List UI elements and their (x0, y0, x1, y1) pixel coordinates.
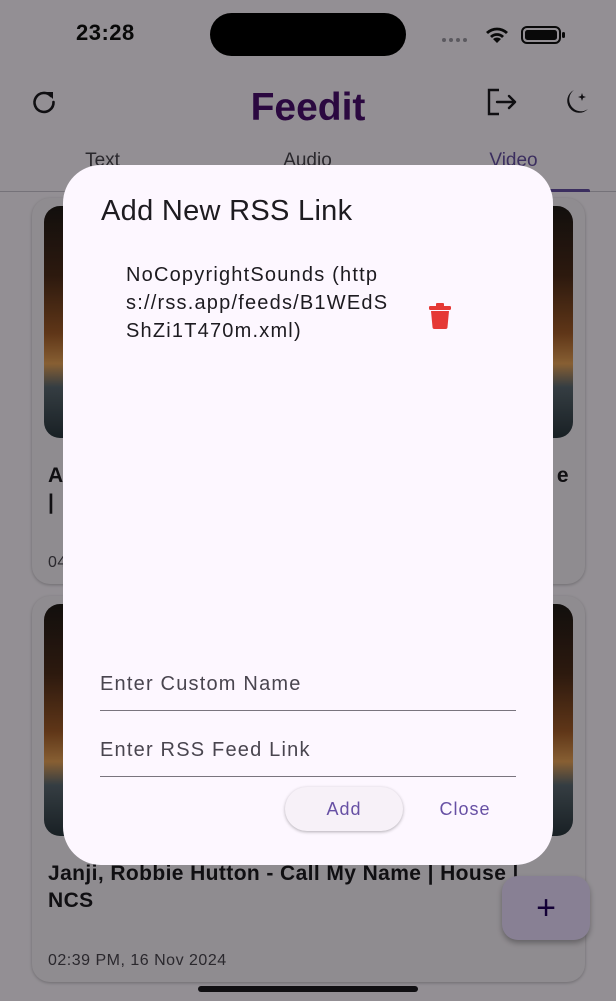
add-button[interactable]: Add (285, 787, 403, 831)
close-button[interactable]: Close (423, 787, 507, 831)
custom-name-field[interactable] (100, 659, 516, 711)
rss-link-field[interactable] (100, 725, 516, 777)
custom-name-input[interactable] (100, 659, 516, 710)
add-rss-dialog: Add New RSS Link NoCopyrightSounds (http… (63, 165, 553, 865)
dialog-title: Add New RSS Link (101, 195, 353, 227)
rss-link-text: NoCopyrightSounds (https://rss.app/feeds… (126, 264, 389, 342)
rss-link-input[interactable] (100, 725, 516, 776)
trash-icon[interactable] (428, 303, 452, 329)
rss-link-item: NoCopyrightSounds (https://rss.app/feeds… (126, 261, 526, 371)
